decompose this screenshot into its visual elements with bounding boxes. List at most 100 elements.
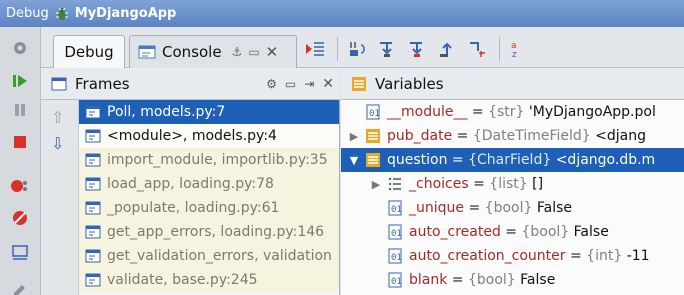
frame-icon bbox=[85, 201, 101, 215]
bug-icon bbox=[55, 7, 68, 20]
frames-icon bbox=[51, 77, 67, 90]
expand-arrow-icon[interactable]: ▼ bbox=[347, 154, 361, 167]
frame-row[interactable]: <module>, models.py:4 bbox=[79, 124, 339, 148]
variable-equals: = bbox=[464, 200, 485, 216]
settings-icon[interactable] bbox=[8, 277, 32, 295]
variable-equals: = bbox=[565, 248, 587, 264]
field-icon: 01 bbox=[387, 200, 409, 216]
expand-arrow-icon[interactable]: ▶ bbox=[369, 178, 383, 191]
frame-row[interactable]: get_app_errors, loading.py:146 bbox=[79, 220, 339, 244]
field-icon: 01 bbox=[365, 104, 387, 120]
resume-icon[interactable] bbox=[8, 70, 32, 92]
variable-type: {CharField} bbox=[468, 152, 552, 168]
tab-console-label: Console bbox=[162, 43, 222, 61]
variable-name: __module__ bbox=[387, 104, 468, 120]
svg-text:01: 01 bbox=[391, 229, 402, 239]
frame-row[interactable]: get_validation_errors, validation bbox=[79, 244, 339, 268]
debug-toolbar: Debug Console ⚓ ▭ ✕ az bbox=[41, 27, 684, 68]
variable-type: {list} bbox=[489, 176, 528, 192]
field-icon: 01 bbox=[387, 224, 409, 240]
variable-row[interactable]: 01 __module__ = {str} 'MyDjangoApp.pol bbox=[341, 100, 684, 124]
mute-breakpoints-icon[interactable] bbox=[8, 207, 32, 229]
gear-icon[interactable] bbox=[8, 37, 32, 59]
frame-label: get_validation_errors, validation bbox=[107, 248, 332, 264]
frames-close-icon[interactable]: ✕ bbox=[322, 76, 334, 92]
pin-icon[interactable]: ⚓ bbox=[232, 45, 243, 59]
frames-navigation: ⇧ ⇩ bbox=[41, 100, 79, 295]
pause-icon[interactable] bbox=[8, 99, 32, 121]
variables-panel: Variables 01 __module__ = {str} 'MyDjango… bbox=[341, 68, 684, 295]
frame-label: validate, base.py:245 bbox=[107, 272, 258, 288]
variable-type: {bool} bbox=[484, 200, 533, 216]
variable-name: blank bbox=[409, 272, 448, 288]
variable-value: False bbox=[569, 224, 609, 240]
variable-name: pub_date bbox=[387, 128, 453, 144]
stop-icon[interactable] bbox=[8, 131, 32, 153]
svg-text:01: 01 bbox=[391, 253, 402, 263]
close-tab-icon[interactable]: ✕ bbox=[266, 43, 279, 61]
restore-icon[interactable]: ▭ bbox=[248, 45, 259, 59]
step-out-icon[interactable] bbox=[437, 39, 457, 59]
frame-row[interactable]: load_app, loading.py:78 bbox=[79, 172, 339, 196]
variable-row[interactable]: 01 _unique = {bool} False bbox=[341, 196, 684, 220]
tab-console[interactable]: Console ⚓ ▭ ✕ bbox=[129, 35, 297, 68]
frames-restore-icon[interactable]: ▭ bbox=[285, 77, 296, 91]
frame-icon bbox=[85, 105, 101, 119]
frames-hide-icon[interactable]: ⇥ bbox=[304, 77, 314, 91]
variable-equals: = bbox=[500, 224, 522, 240]
frame-label: import_module, importlib.py:35 bbox=[107, 152, 328, 168]
frame-row[interactable]: Poll, models.py:7 bbox=[79, 100, 339, 124]
variable-row[interactable]: 01 auto_created = {bool} False bbox=[341, 220, 684, 244]
frame-row[interactable]: validate, base.py:245 bbox=[79, 268, 339, 292]
variable-value: [] bbox=[527, 176, 544, 192]
restore-layout-icon[interactable] bbox=[8, 241, 32, 263]
variable-row[interactable]: ▼ question = {CharField} <django.db.m bbox=[341, 148, 684, 172]
next-frame-icon[interactable]: ⇩ bbox=[51, 134, 64, 153]
variable-type: {bool} bbox=[467, 272, 516, 288]
frame-row[interactable]: _populate, loading.py:61 bbox=[79, 196, 339, 220]
frame-label: <module>, models.py:4 bbox=[107, 128, 277, 144]
variable-equals: = bbox=[452, 128, 473, 144]
tab-debug-label: Debug bbox=[64, 43, 114, 61]
run-to-cursor-icon[interactable] bbox=[467, 39, 487, 59]
view-breakpoints-icon[interactable] bbox=[8, 175, 32, 197]
frames-header: Frames ⚙ ▭ ⇥ ✕ bbox=[41, 68, 340, 100]
toolbar-separator bbox=[337, 37, 338, 61]
variable-row[interactable]: 01 auto_creation_counter = {int} -11 bbox=[341, 244, 684, 268]
variable-value: <djang bbox=[590, 128, 647, 144]
previous-frame-icon[interactable]: ⇧ bbox=[51, 108, 64, 127]
variable-value: <django.db.m bbox=[551, 152, 656, 168]
frame-row[interactable]: import_module, importlib.py:35 bbox=[79, 148, 339, 172]
variable-equals: = bbox=[467, 104, 489, 120]
object-icon bbox=[365, 152, 387, 168]
frame-label: Poll, models.py:7 bbox=[107, 104, 226, 120]
variable-row[interactable]: ▶ _choices = {list} [] bbox=[341, 172, 684, 196]
frame-icon bbox=[85, 249, 101, 263]
variable-value: False bbox=[532, 200, 572, 216]
expand-arrow-icon[interactable]: ▶ bbox=[347, 130, 361, 143]
step-over-icon[interactable] bbox=[347, 39, 367, 59]
frame-icon bbox=[85, 129, 101, 143]
frame-label: load_app, loading.py:78 bbox=[107, 176, 274, 192]
list-icon bbox=[387, 176, 409, 192]
show-execution-point-icon[interactable] bbox=[305, 39, 325, 59]
frame-icon bbox=[85, 177, 101, 191]
variable-name: _choices bbox=[409, 176, 469, 192]
svg-text:01: 01 bbox=[391, 277, 402, 287]
frame-label: get_app_errors, loading.py:146 bbox=[107, 224, 325, 240]
variable-equals: = bbox=[447, 152, 469, 168]
evaluate-expression-icon[interactable]: az bbox=[507, 39, 527, 59]
variable-row[interactable]: 01 blank = {bool} False bbox=[341, 268, 684, 292]
debug-side-toolbar bbox=[0, 27, 41, 295]
tab-debug[interactable]: Debug bbox=[53, 35, 125, 68]
variable-type: {str} bbox=[488, 104, 525, 120]
step-into-my-code-icon[interactable] bbox=[407, 39, 427, 59]
frames-settings-icon[interactable]: ⚙ bbox=[266, 77, 277, 91]
variable-type: {bool} bbox=[521, 224, 570, 240]
step-into-icon[interactable] bbox=[377, 39, 397, 59]
svg-text:z: z bbox=[512, 50, 517, 59]
variable-row[interactable]: ▶ pub_date = {DateTimeField} <djang bbox=[341, 124, 684, 148]
variable-value: 'MyDjangoApp.pol bbox=[524, 104, 656, 120]
frame-icon bbox=[85, 225, 101, 239]
svg-text:01: 01 bbox=[369, 109, 380, 119]
